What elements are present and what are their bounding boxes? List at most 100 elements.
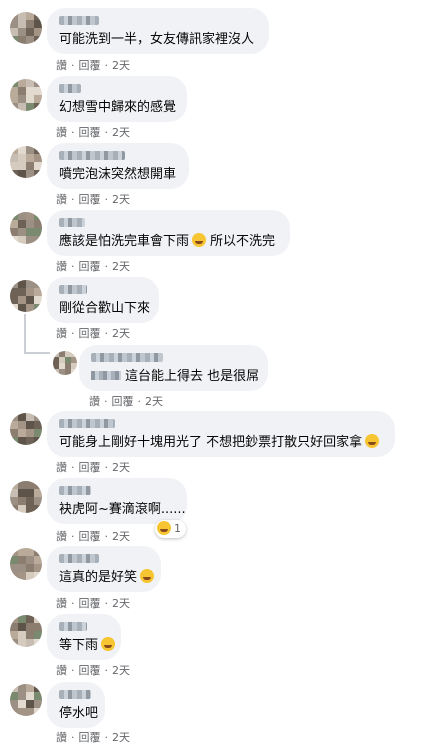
author-name[interactable] bbox=[59, 622, 87, 631]
author-name[interactable] bbox=[59, 554, 99, 563]
mentioned-user[interactable] bbox=[91, 371, 121, 380]
separator-dot: · bbox=[71, 597, 75, 610]
like-link[interactable]: 讚 bbox=[56, 258, 67, 274]
timestamp[interactable]: 2天 bbox=[112, 57, 130, 73]
avatar[interactable] bbox=[10, 481, 42, 513]
timestamp[interactable]: 2天 bbox=[112, 595, 130, 611]
avatar[interactable] bbox=[10, 79, 42, 111]
separator-dot: · bbox=[104, 126, 109, 139]
reply-link[interactable]: 回覆 bbox=[79, 325, 101, 341]
reply-link[interactable]: 回覆 bbox=[79, 595, 101, 611]
comment-text: 幻想雪中歸來的感覺 bbox=[59, 100, 177, 115]
separator-dot: · bbox=[104, 193, 109, 206]
separator-dot: · bbox=[71, 260, 75, 273]
author-name[interactable] bbox=[59, 218, 85, 227]
comment-bubble: 噴完泡沫突然想開車 bbox=[47, 143, 189, 189]
reply-link[interactable]: 回覆 bbox=[112, 393, 134, 409]
like-link[interactable]: 讚 bbox=[56, 729, 67, 745]
like-link[interactable]: 讚 bbox=[56, 528, 67, 544]
reaction-summary[interactable]: 1 bbox=[155, 520, 186, 538]
comment-text-suffix: 所以不洗完 bbox=[210, 234, 276, 249]
separator-dot: · bbox=[71, 530, 75, 543]
reply-link[interactable]: 回覆 bbox=[79, 258, 101, 274]
separator-dot: · bbox=[104, 461, 109, 474]
comment-actions: 讚 · 回覆 · 2天 bbox=[56, 729, 130, 745]
like-link[interactable]: 讚 bbox=[56, 595, 67, 611]
timestamp[interactable]: 2天 bbox=[112, 191, 130, 207]
timestamp[interactable]: 2天 bbox=[145, 393, 163, 409]
like-link[interactable]: 讚 bbox=[56, 459, 67, 475]
timestamp[interactable]: 2天 bbox=[112, 124, 130, 140]
comment-bubble: 幻想雪中歸來的感覺 bbox=[47, 76, 187, 122]
grin-emoji bbox=[101, 637, 116, 651]
comment-text: 這台能上得去 也是很屌 bbox=[91, 368, 260, 385]
timestamp[interactable]: 2天 bbox=[112, 325, 130, 341]
separator-dot: · bbox=[71, 193, 75, 206]
comment-bubble: 剛從合歡山下來 bbox=[47, 277, 159, 323]
comment-bubble: 可能身上剛好十塊用光了 不想把鈔票打散只好回家拿 bbox=[47, 411, 395, 457]
timestamp[interactable]: 2天 bbox=[112, 528, 130, 544]
comment-actions: 讚 · 回覆 · 2天 bbox=[56, 124, 130, 140]
reply-link[interactable]: 回覆 bbox=[79, 57, 101, 73]
avatar[interactable] bbox=[10, 280, 42, 312]
avatar[interactable] bbox=[10, 615, 42, 647]
reply-link[interactable]: 回覆 bbox=[79, 191, 101, 207]
timestamp[interactable]: 2天 bbox=[112, 258, 130, 274]
avatar[interactable] bbox=[53, 351, 77, 375]
separator-dot: · bbox=[104, 731, 109, 744]
like-link[interactable]: 讚 bbox=[56, 191, 67, 207]
reply-text: 這台能上得去 也是很屌 bbox=[125, 369, 260, 384]
author-name[interactable] bbox=[59, 151, 125, 160]
reply-thread-line bbox=[24, 314, 26, 354]
timestamp[interactable]: 2天 bbox=[112, 662, 130, 678]
like-link[interactable]: 讚 bbox=[89, 393, 100, 409]
avatar[interactable] bbox=[10, 413, 42, 445]
avatar[interactable] bbox=[10, 12, 42, 44]
like-link[interactable]: 讚 bbox=[56, 662, 67, 678]
author-name[interactable] bbox=[59, 16, 99, 25]
comment-bubble: 這真的是好笑 bbox=[47, 546, 161, 592]
comment-actions: 讚 · 回覆 · 2天 bbox=[56, 57, 130, 73]
timestamp[interactable]: 2天 bbox=[112, 729, 130, 745]
like-link[interactable]: 讚 bbox=[56, 57, 67, 73]
reply-link[interactable]: 回覆 bbox=[79, 124, 101, 140]
rolling-laughing-emoji bbox=[365, 434, 380, 448]
separator-dot: · bbox=[104, 664, 109, 677]
avatar[interactable] bbox=[10, 548, 42, 580]
author-name[interactable] bbox=[59, 419, 115, 428]
author-name[interactable] bbox=[91, 353, 163, 362]
comment-actions: 讚 · 回覆 · 2天 bbox=[56, 325, 130, 341]
separator-dot: · bbox=[104, 327, 109, 340]
author-name[interactable] bbox=[59, 84, 81, 93]
separator-dot: · bbox=[104, 59, 109, 72]
comment-actions: 讚 · 回覆 · 2天 bbox=[56, 191, 130, 207]
comment-bubble: 應該是怕洗完車會下雨 所以不洗完 bbox=[47, 210, 290, 256]
reply-link[interactable]: 回覆 bbox=[79, 528, 101, 544]
like-link[interactable]: 讚 bbox=[56, 124, 67, 140]
comment-text-main: 等下雨 bbox=[59, 638, 99, 653]
author-name[interactable] bbox=[59, 285, 87, 294]
timestamp[interactable]: 2天 bbox=[112, 459, 130, 475]
avatar[interactable] bbox=[10, 212, 42, 244]
comment-text: 袂虎阿~賽滴滾啊...... bbox=[59, 502, 186, 517]
separator-dot: · bbox=[104, 260, 109, 273]
reply-link[interactable]: 回覆 bbox=[79, 662, 101, 678]
comment-text: 噴完泡沫突然想開車 bbox=[59, 167, 177, 182]
author-name[interactable] bbox=[59, 486, 91, 495]
avatar[interactable] bbox=[10, 684, 42, 716]
reaction-count: 1 bbox=[174, 522, 181, 535]
like-link[interactable]: 讚 bbox=[56, 325, 67, 341]
reply-thread-connector bbox=[24, 352, 50, 354]
avatar[interactable] bbox=[10, 146, 42, 178]
tears-of-joy-emoji bbox=[192, 233, 207, 247]
author-name[interactable] bbox=[59, 690, 91, 699]
reply-actions: 讚 · 回覆 · 2天 bbox=[89, 393, 163, 409]
comment-text: 可能身上剛好十塊用光了 不想把鈔票打散只好回家拿 bbox=[59, 434, 383, 451]
separator-dot: · bbox=[104, 395, 108, 408]
comment-actions: 讚 · 回覆 · 2天 bbox=[56, 662, 130, 678]
comment-actions: 讚 · 回覆 · 2天 bbox=[56, 528, 130, 544]
reply-link[interactable]: 回覆 bbox=[79, 729, 101, 745]
comment-text-main: 應該是怕洗完車會下雨 bbox=[59, 234, 190, 249]
reply-link[interactable]: 回覆 bbox=[79, 459, 101, 475]
comment-bubble: 停水吧 bbox=[47, 682, 105, 728]
